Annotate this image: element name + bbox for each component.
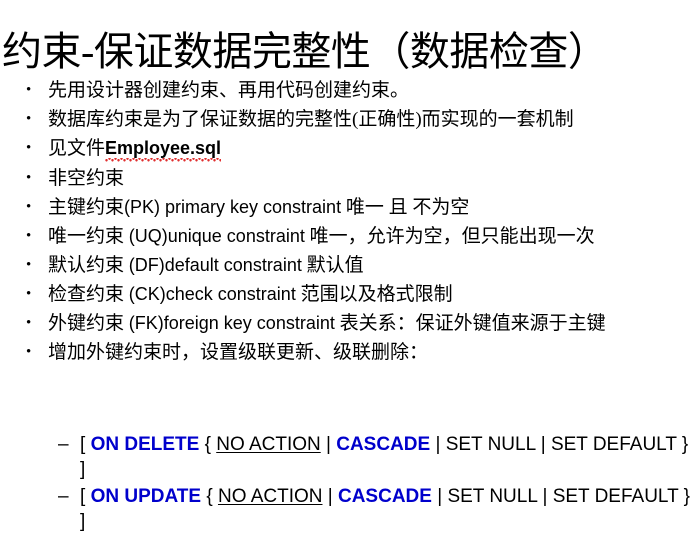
list-item: • 检查约束 (CK)check constraint 范围以及格式限制 [0,282,690,307]
constraint-desc: 唯一 且 不为空 [345,197,470,218]
sql-clause-on-update: [ ON UPDATE { NO ACTION | CASCADE | SET … [80,484,690,534]
constraint-name: 默认约束 [48,255,125,276]
list-item-text: 数据库约束是为了保证数据的完整性(正确性)而实现的一套机制 [48,109,574,130]
list-item: • 先用设计器创建约束、再用代码创建约束。 [0,78,690,103]
open-brace: { [206,486,213,507]
bullet-marker: • [26,315,32,331]
list-item: • 默认约束 (DF)default constraint 默认值 [0,253,690,278]
constraint-name: 外键约束 [48,313,125,334]
constraint-name: 主键约束 [48,197,125,218]
constraint-syntax: (CK)check constraint [128,284,296,304]
list-item-text: 增加外键约束时，设置级联更新、级联删除： [48,342,429,363]
sql-clause-on-delete: [ ON DELETE { NO ACTION | CASCADE | SET … [80,432,690,482]
slide-canvas: 约束-保证数据完整性（数据检查） • 先用设计器创建约束、再用代码创建约束。 •… [0,0,690,542]
constraint-desc: 范围以及格式限制 [300,284,453,305]
list-item: • 主键约束(PK) primary key constraint 唯一 且 不… [0,195,690,220]
close-bracket: ] [80,459,86,480]
bullet-marker: • [26,344,32,360]
bullet-list: • 先用设计器创建约束、再用代码创建约束。 • 数据库约束是为了保证数据的完整性… [0,78,690,369]
close-brace: } [683,486,690,507]
sub-list-item: – [ ON DELETE { NO ACTION | CASCADE | SE… [0,432,690,482]
constraint-desc: 默认值 [306,255,364,276]
constraint-desc: 表关系：保证外键值来源于主键 [339,313,606,334]
open-brace: { [204,434,211,455]
sub-bullet-list: – [ ON DELETE { NO ACTION | CASCADE | SE… [0,432,690,536]
sql-option-set-null: SET NULL [447,486,538,507]
pipe-separator: | [437,486,443,507]
pipe-separator: | [435,434,441,455]
dash-marker: – [58,434,69,455]
pipe-separator: | [327,486,333,507]
page-title: 约束-保证数据完整性（数据检查） [2,28,608,74]
bullet-marker: • [26,111,32,127]
bullet-marker: • [26,170,32,186]
bullet-marker: • [26,228,32,244]
list-item: • 唯一约束 (UQ)unique constraint 唯一，允许为空，但只能… [0,224,690,249]
file-name-misspelled: Employee.sql [105,136,222,162]
open-bracket: [ [80,434,86,455]
constraint-syntax: (FK)foreign key constraint [128,313,335,333]
list-item: • 外键约束 (FK)foreign key constraint 表关系：保证… [0,311,690,336]
dash-marker: – [58,486,69,507]
constraint-name: 检查约束 [48,284,125,305]
close-bracket: ] [80,511,86,532]
list-item-text: 先用设计器创建约束、再用代码创建约束。 [48,80,410,101]
sql-option-set-default: SET DEFAULT [550,434,677,455]
bullet-marker: • [26,140,32,156]
constraint-syntax: (DF)default constraint [128,255,302,275]
sql-keyword: ON UPDATE [90,486,202,507]
sql-option-set-null: SET NULL [445,434,536,455]
list-item-text: 主键约束(PK) primary key constraint 唯一 且 不为空 [48,195,690,220]
list-item: • 数据库约束是为了保证数据的完整性(正确性)而实现的一套机制 [0,107,690,132]
constraint-syntax: (UQ)unique constraint [128,226,305,246]
list-item-text: 唯一约束 (UQ)unique constraint 唯一，允许为空，但只能出现… [48,224,690,249]
bullet-marker: • [26,257,32,273]
open-bracket: [ [80,486,86,507]
pipe-separator: | [540,434,546,455]
sql-option-cascade: CASCADE [336,434,431,455]
list-item: • 增加外键约束时，设置级联更新、级联删除： [0,340,690,365]
list-item-text: 检查约束 (CK)check constraint 范围以及格式限制 [48,282,690,307]
sql-option-set-default: SET DEFAULT [552,486,679,507]
constraint-desc: 唯一，允许为空，但只能出现一次 [309,226,595,247]
sql-option-default: NO ACTION [216,434,321,455]
file-ref-prefix: 见文件 [48,138,106,159]
pipe-separator: | [326,434,331,455]
list-item: • 非空约束 [0,166,690,191]
constraint-name: 唯一约束 [48,226,125,247]
bullet-marker: • [26,82,32,98]
constraint-syntax: (PK) primary key constraint [124,197,342,217]
bullet-marker: • [26,199,32,215]
sql-option-cascade: CASCADE [337,486,432,507]
pipe-separator: | [542,486,548,507]
list-item-text: 见文件Employee.sql [48,136,690,162]
list-item-text: 非空约束 [48,168,125,189]
bullet-marker: • [26,286,32,302]
list-item-text: 默认约束 (DF)default constraint 默认值 [48,253,690,278]
close-brace: } [681,434,689,455]
sql-option-default: NO ACTION [217,486,323,507]
sql-keyword: ON DELETE [90,434,200,455]
list-item-text: 外键约束 (FK)foreign key constraint 表关系：保证外键… [48,311,690,336]
sub-list-item: – [ ON UPDATE { NO ACTION | CASCADE | SE… [0,484,690,534]
list-item: • 见文件Employee.sql [0,136,690,162]
